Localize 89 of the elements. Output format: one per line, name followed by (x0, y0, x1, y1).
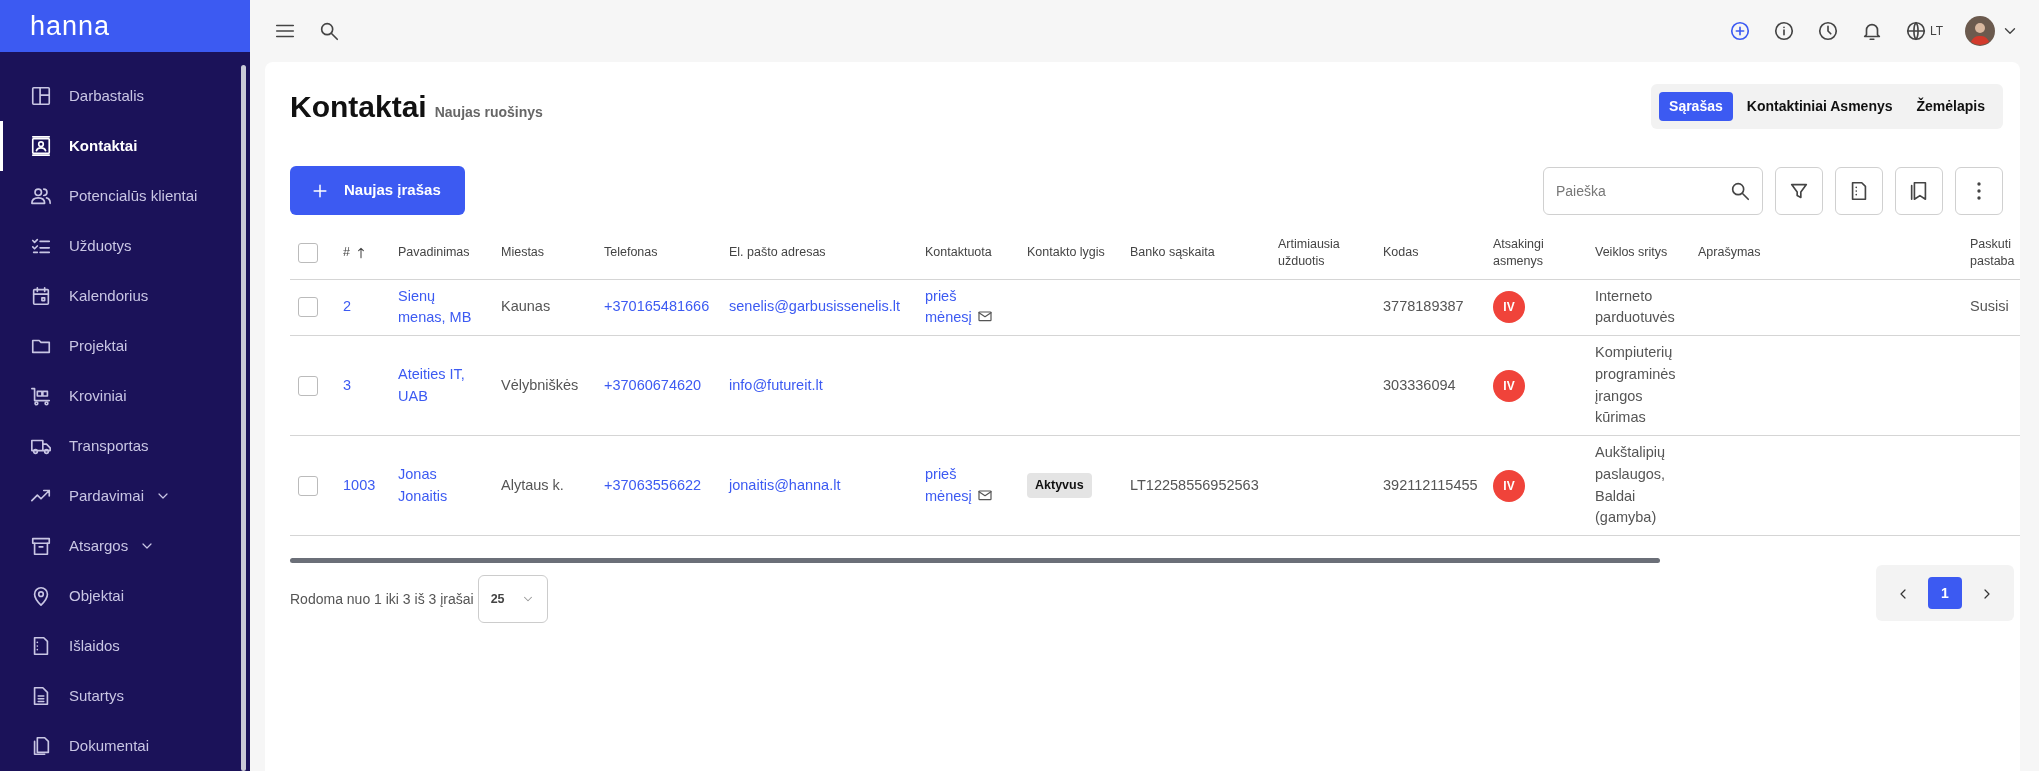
layout-icon (30, 85, 52, 107)
new-record-button[interactable]: Naujas įrašas (290, 166, 465, 215)
column-header[interactable]: Artimiausia užduotis (1278, 235, 1367, 270)
view-tab[interactable]: Sąrašas (1659, 92, 1733, 121)
sidebar-item[interactable]: Užduotys (0, 221, 240, 271)
sidebar-item[interactable]: Pardavimai (0, 471, 240, 521)
contacted-time-link[interactable]: prieš mėnesį (925, 463, 972, 508)
email-link[interactable]: senelis@garbusissenelis.lt (729, 298, 901, 315)
sidebar-item[interactable]: Dokumentai (0, 721, 240, 771)
scrollbar[interactable] (241, 65, 246, 771)
phone-link[interactable]: +37063556622 (604, 476, 702, 493)
contact-level-badge: Aktyvus (1027, 473, 1092, 498)
company-code-text: 303336094 (1383, 376, 1456, 393)
column-header[interactable]: Miestas (501, 244, 588, 262)
contact-name-link[interactable]: Sienų menas, MB (398, 285, 485, 329)
archive-icon (30, 535, 52, 557)
company-code-text: 392112115455 (1383, 476, 1478, 493)
sidebar-item[interactable]: Išlaidos (0, 621, 240, 671)
people-icon (30, 185, 52, 207)
sidebar-item[interactable]: Projektai (0, 321, 240, 371)
columns-button[interactable] (1835, 166, 1883, 215)
bookmarks-button[interactable] (1895, 166, 1943, 215)
phone-link[interactable]: +37060674620 (604, 376, 702, 393)
activity-text: Aukštalipių paslaugos, Baldai (gamyba) (1595, 443, 1667, 528)
last-note-text: Susisi (1970, 298, 2009, 315)
sidebar-item[interactable]: Sutartys (0, 671, 240, 721)
sidebar-item[interactable]: Transportas (0, 421, 240, 471)
responsible-person-avatar: IV (1493, 369, 1525, 402)
bank-account-text: LT12258556952563 (1130, 476, 1259, 493)
row-checkbox[interactable] (298, 375, 318, 396)
activity-text: Interneto parduotuvės (1595, 286, 1676, 328)
phone-link[interactable]: +370165481666 (604, 298, 710, 315)
city-text: Kaunas (501, 297, 552, 317)
globe-icon (1904, 20, 1927, 42)
view-tab[interactable]: Kontaktiniai Asmenys (1736, 92, 1903, 121)
records-summary: Rodoma nuo 1 iki 3 iš 3 įrašai (290, 589, 474, 609)
sidebar-item[interactable]: Darbastalis (0, 71, 240, 121)
logo-text: hanna (30, 12, 111, 40)
page-title: Kontaktai (290, 89, 427, 125)
add-icon (1728, 20, 1751, 42)
column-header[interactable]: Banko sąskaita (1130, 244, 1262, 262)
column-header[interactable]: Kontaktuota (925, 244, 1011, 262)
select-all-checkbox[interactable] (298, 242, 318, 263)
more-icon (1977, 181, 1981, 200)
column-header[interactable]: Atsakingi asmenys (1493, 235, 1579, 270)
sidebar-item[interactable]: Objektai (0, 571, 240, 621)
city-text: Vėlybniškės (501, 375, 580, 395)
column-header[interactable]: Kodas (1383, 244, 1477, 262)
language-button[interactable]: LT (1902, 18, 1945, 44)
horizontal-scrollbar[interactable] (290, 558, 1660, 563)
column-header[interactable]: Telefonas (604, 244, 713, 262)
record-number-link[interactable]: 3 (343, 376, 352, 393)
column-header[interactable]: El. pašto adresas (729, 244, 909, 262)
contact-name-link[interactable]: Jonas Jonaitis (398, 463, 485, 508)
view-tab[interactable]: Žemėlapis (1906, 92, 1995, 121)
responsible-person-avatar: IV (1493, 469, 1525, 502)
avatar-icon (1965, 16, 1995, 46)
page-button[interactable]: 1 (1928, 577, 1962, 609)
contact-card-icon (30, 135, 52, 157)
email-link[interactable]: info@futureit.lt (729, 376, 823, 393)
filter-button[interactable] (1775, 166, 1823, 215)
column-header[interactable]: Pavadinimas (398, 244, 485, 262)
info-icon (1772, 20, 1795, 42)
search-icon (318, 20, 340, 42)
column-header[interactable]: Kontakto lygis (1027, 244, 1114, 262)
cart-icon (30, 385, 52, 407)
page-subtitle: Naujas ruošinys (434, 103, 543, 122)
activity-text: Kompiuterių programinės įrangos kūrimas (1595, 343, 1677, 428)
row-checkbox[interactable] (298, 475, 318, 496)
column-header[interactable]: # (343, 244, 350, 259)
contact-name-link[interactable]: Ateities IT, UAB (398, 363, 485, 408)
clock-icon (1816, 20, 1839, 42)
page-size-select[interactable]: 25 (477, 575, 548, 623)
contacted-time-link[interactable]: prieš mėnesį (925, 285, 972, 329)
sidebar-item[interactable]: Atsargos (0, 521, 240, 571)
row-checkbox[interactable] (298, 297, 318, 318)
sidebar-item[interactable]: Potencialūs klientai (0, 171, 240, 221)
sidebar-item[interactable]: Kroviniai (0, 371, 240, 421)
column-header[interactable]: Aprašymas (1698, 244, 1954, 262)
record-number-link[interactable]: 1003 (343, 476, 376, 493)
responsible-person-avatar: IV (1493, 291, 1525, 324)
sidebar-item[interactable]: Kalendorius (0, 271, 240, 321)
calendar-icon (30, 285, 52, 307)
column-header[interactable]: Veiklos sritys (1595, 244, 1682, 262)
search-field[interactable]: Paieška (1543, 166, 1763, 215)
city-text: Alytaus k. (501, 475, 565, 495)
company-code-text: 3778189387 (1383, 298, 1464, 315)
record-number-link[interactable]: 2 (343, 298, 352, 315)
email-link[interactable]: jonaitis@hanna.lt (729, 476, 841, 493)
